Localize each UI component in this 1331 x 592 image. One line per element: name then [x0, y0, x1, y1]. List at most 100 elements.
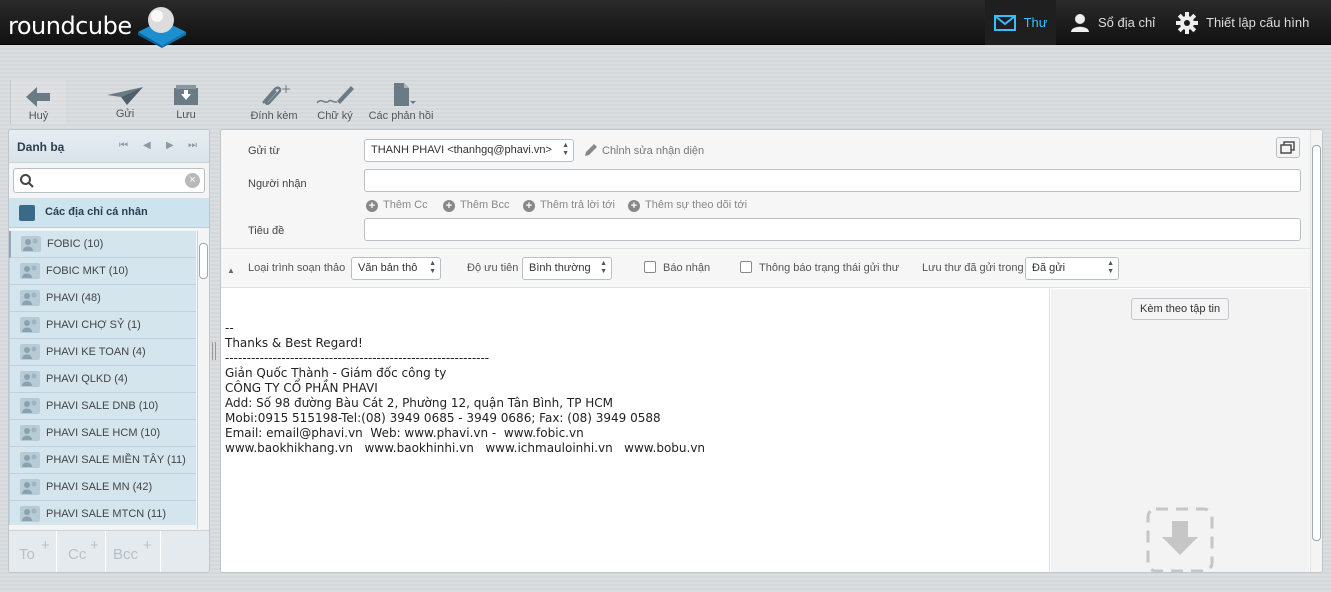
paperclip-icon: +: [262, 83, 291, 106]
responses-label: Các phản hồi: [368, 110, 434, 122]
priority-select[interactable]: Bình thường ▲ ▼: [522, 257, 612, 280]
compose-scrollbar[interactable]: [1310, 130, 1322, 572]
group-icon: [20, 263, 40, 279]
contact-group-list: FOBIC (10) FOBIC MKT (10) PHAVI (48) PHA…: [9, 231, 196, 525]
from-select[interactable]: THANH PHAVI <thanhgq@phavi.vn> ▲ ▼: [364, 139, 574, 162]
address-book-icon: [19, 205, 35, 221]
contacts-panel-title: Danh bạ: [17, 140, 65, 154]
plus-icon: +: [143, 537, 152, 554]
group-icon: [20, 425, 40, 441]
add-reply-to-label: Thêm trả lời tới: [540, 199, 615, 211]
send-button[interactable]: Gửi: [95, 87, 155, 120]
expand-headers-button[interactable]: [1276, 137, 1300, 158]
list-item[interactable]: PHAVI SALE MN (42): [9, 474, 196, 501]
add-cc-link[interactable]: + Thêm Cc: [366, 199, 428, 212]
group-icon: [20, 344, 40, 360]
contacts-scrollbar[interactable]: [197, 231, 208, 529]
nav-settings[interactable]: Thiết lập cấu hình: [1176, 0, 1309, 45]
add-bcc-link[interactable]: + Thêm Bcc: [443, 199, 510, 212]
compose-options: ▲ Loại trình soạn thảo Văn bản thô ▲ ▼ Độ…: [221, 248, 1311, 287]
save-sent-label: Lưu thư đã gửi trong: [922, 262, 1024, 274]
attach-button[interactable]: + Đính kèm: [244, 83, 304, 122]
nav-mail-label: Thư: [1023, 15, 1048, 30]
first-page-icon[interactable]: ⏮: [119, 140, 128, 151]
list-item-label: PHAVI CHỢ SỶ (1): [46, 319, 141, 331]
plus-circle-icon: +: [366, 200, 378, 212]
envelope-icon: [993, 14, 1016, 31]
from-label: Gửi từ: [248, 145, 280, 157]
list-item[interactable]: PHAVI SALE HCM (10): [9, 420, 196, 447]
receipt-checkbox[interactable]: [644, 261, 656, 273]
list-item[interactable]: PHAVI CHỢ SỶ (1): [9, 312, 196, 339]
list-item[interactable]: PHAVI QLKD (4): [9, 366, 196, 393]
from-value: THANH PHAVI <thanhgq@phavi.vn>: [371, 144, 552, 156]
list-item[interactable]: PHAVI SALE DNB (10): [9, 393, 196, 420]
list-item-label: PHAVI SALE HCM (10): [46, 427, 161, 439]
scrollbar-thumb[interactable]: [1312, 145, 1321, 541]
attach-file-button[interactable]: Kèm theo tập tin: [1131, 298, 1230, 320]
list-item-label: PHAVI SALE MN (42): [46, 481, 153, 493]
edit-identity-link[interactable]: Chỉnh sửa nhận diện: [584, 143, 704, 157]
window-icon: [1280, 141, 1295, 154]
list-item[interactable]: FOBIC (10): [9, 231, 196, 258]
next-page-icon[interactable]: ▶: [166, 140, 174, 151]
add-bcc-label: Bcc: [113, 546, 139, 563]
cancel-label: Huỷ: [28, 110, 49, 122]
scrollbar-thumb[interactable]: [199, 243, 208, 279]
clear-search-icon[interactable]: ×: [185, 173, 200, 188]
contacts-panel-header: Danh bạ ⏮ ◀ ▶ ⏭: [9, 130, 209, 163]
plus-icon: +: [90, 537, 99, 554]
to-label: Người nhận: [248, 178, 307, 190]
nav-contacts[interactable]: Sổ địa chỉ: [1070, 0, 1155, 45]
nav-mail[interactable]: Thư: [985, 0, 1056, 45]
subject-label: Tiêu đề: [248, 225, 285, 237]
group-icon: [20, 452, 40, 468]
search-icon: [20, 174, 34, 188]
plus-circle-icon: +: [628, 200, 640, 212]
document-icon: [394, 83, 416, 106]
prev-page-icon[interactable]: ◀: [143, 140, 151, 151]
add-to-button[interactable]: To +: [9, 531, 57, 572]
add-bcc-button[interactable]: Bcc +: [107, 531, 161, 572]
list-item[interactable]: PHAVI SALE MTCN (11): [9, 501, 196, 525]
subject-input[interactable]: [364, 218, 1301, 241]
dsn-checkbox[interactable]: [740, 261, 752, 273]
compose-panel: Gửi từ THANH PHAVI <thanhgq@phavi.vn> ▲ ▼…: [220, 129, 1323, 573]
save-button[interactable]: Lưu: [156, 84, 216, 121]
last-page-icon[interactable]: ⏭: [188, 140, 197, 151]
list-item-label: FOBIC (10): [47, 238, 104, 250]
list-item-label: PHAVI SALE MIỀN TÂY (11): [46, 454, 186, 466]
attachment-area: Kèm theo tập tin: [1051, 289, 1309, 572]
add-followup-to-link[interactable]: + Thêm sự theo dõi tới: [628, 199, 747, 212]
cancel-button[interactable]: Huỷ: [10, 80, 66, 124]
svg-text:+: +: [281, 83, 291, 96]
list-item[interactable]: PHAVI (48): [9, 285, 196, 312]
drop-download-icon: [1146, 507, 1214, 572]
add-cc-button[interactable]: Cc +: [58, 531, 106, 572]
list-item[interactable]: PHAVI KE TOAN (4): [9, 339, 196, 366]
save-sent-value: Đã gửi: [1032, 262, 1066, 274]
panel-splitter[interactable]: [212, 342, 216, 360]
collapse-options-icon[interactable]: ▲: [227, 266, 235, 275]
save-box-icon: [174, 85, 198, 105]
add-reply-to-link[interactable]: + Thêm trả lời tới: [523, 199, 615, 212]
editor-type-select[interactable]: Văn bản thô ▲ ▼: [351, 257, 441, 280]
message-body-editor[interactable]: -- Thanks & Best Regard! ---------------…: [221, 289, 1050, 572]
select-arrows-icon: ▲ ▼: [600, 260, 607, 275]
save-sent-select[interactable]: Đã gửi ▲ ▼: [1025, 257, 1119, 280]
list-item[interactable]: FOBIC MKT (10): [9, 258, 196, 285]
signature-pen-icon: [316, 86, 354, 104]
signature-button[interactable]: Chữ ký: [305, 83, 365, 122]
priority-value: Bình thường: [529, 262, 591, 274]
contacts-search-input[interactable]: ×: [13, 168, 205, 193]
cube-logo-icon: [138, 7, 186, 48]
plus-icon: +: [41, 537, 50, 554]
gear-icon: [1176, 11, 1198, 34]
group-icon: [20, 398, 40, 414]
list-item[interactable]: PHAVI SALE MIỀN TÂY (11): [9, 447, 196, 474]
responses-button[interactable]: Các phản hồi: [368, 82, 434, 122]
to-input[interactable]: [364, 169, 1301, 192]
address-book-personal[interactable]: Các địa chỉ cá nhân: [9, 198, 209, 228]
message-body-text: -- Thanks & Best Regard! ---------------…: [225, 321, 706, 455]
plus-circle-icon: +: [523, 200, 535, 212]
